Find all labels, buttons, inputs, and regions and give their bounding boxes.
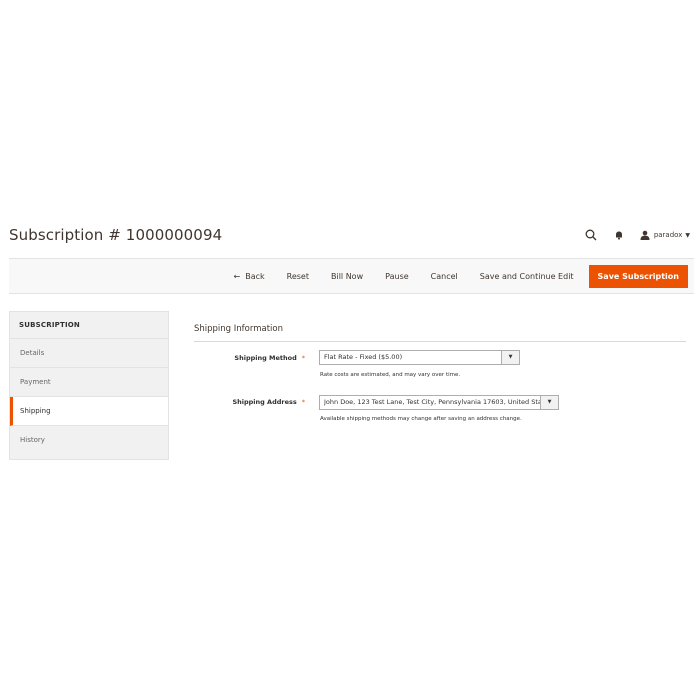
required-marker: * — [301, 398, 305, 406]
sidebar: SUBSCRIPTION Details Payment Shipping Hi… — [9, 311, 169, 460]
sidebar-item-details[interactable]: Details — [10, 339, 168, 368]
section-title: Shipping Information — [194, 324, 283, 334]
save-and-continue-button[interactable]: Save and Continue Edit — [469, 265, 585, 288]
chevron-down-icon: ▼ — [501, 351, 519, 364]
shipping-method-label-text: Shipping Method — [234, 354, 297, 362]
shipping-method-note: Rate costs are estimated, and may vary o… — [320, 372, 461, 378]
shipping-address-label: Shipping Address * — [185, 398, 305, 406]
required-marker: * — [301, 354, 305, 362]
sidebar-item-payment[interactable]: Payment — [10, 368, 168, 397]
shipping-address-value: John Doe, 123 Test Lane, Test City, Penn… — [324, 398, 540, 406]
shipping-address-note: Available shipping methods may change af… — [320, 416, 522, 422]
bell-icon[interactable] — [610, 226, 628, 244]
header-actions: paradox ▼ — [572, 226, 690, 244]
shipping-address-label-text: Shipping Address — [232, 398, 297, 406]
shipping-method-value: Flat Rate - Fixed ($5.00) — [324, 353, 403, 361]
user-menu[interactable]: paradox ▼ — [640, 230, 690, 240]
arrow-left-icon: ← — [233, 272, 241, 281]
section-divider — [194, 341, 686, 342]
cancel-button[interactable]: Cancel — [420, 265, 469, 288]
sidebar-item-shipping[interactable]: Shipping — [10, 397, 168, 426]
user-icon — [640, 230, 650, 240]
shipping-method-label: Shipping Method * — [185, 354, 305, 362]
save-subscription-button[interactable]: Save Subscription — [588, 265, 688, 288]
pause-button[interactable]: Pause — [374, 265, 420, 288]
user-name: paradox — [653, 231, 683, 239]
reset-button[interactable]: Reset — [276, 265, 320, 288]
bill-now-button[interactable]: Bill Now — [320, 265, 374, 288]
chevron-down-icon: ▼ — [540, 396, 558, 409]
search-icon[interactable] — [582, 226, 600, 244]
sidebar-title: SUBSCRIPTION — [10, 312, 168, 339]
back-button[interactable]: ← Back — [223, 265, 276, 288]
shipping-address-select[interactable]: John Doe, 123 Test Lane, Test City, Penn… — [319, 395, 559, 410]
chevron-down-icon: ▼ — [685, 231, 690, 239]
back-button-label: Back — [245, 272, 265, 281]
action-toolbar: ← Back Reset Bill Now Pause Cancel Save a… — [9, 258, 694, 294]
sidebar-item-history[interactable]: History — [10, 426, 168, 454]
page-title: Subscription # 1000000094 — [9, 226, 223, 244]
shipping-method-select[interactable]: Flat Rate - Fixed ($5.00) ▼ — [319, 350, 520, 365]
